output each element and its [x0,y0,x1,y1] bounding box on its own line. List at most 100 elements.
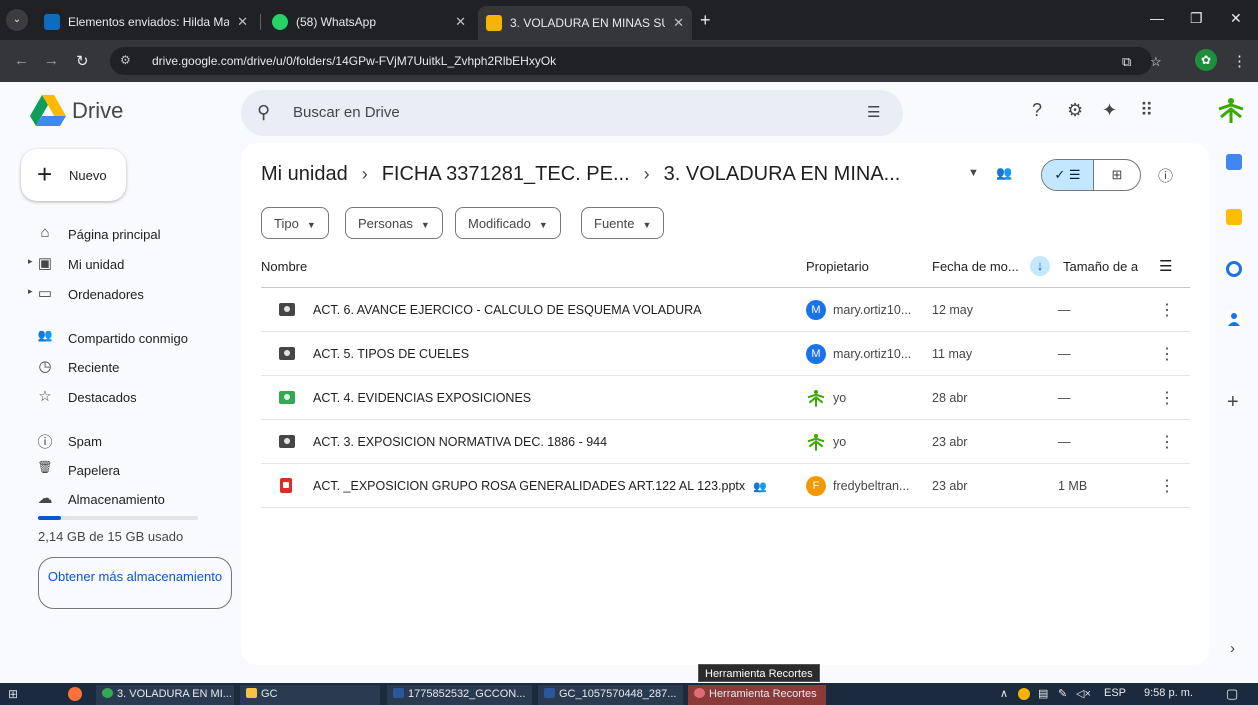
network-icon[interactable]: ▤ [1038,687,1048,700]
tasks-icon[interactable] [1226,261,1242,277]
sidebar-item-spam[interactable]: ⓘ Spam [0,426,240,456]
table-row[interactable]: ACT. 6. AVANCE EJERCICO - CALCULO DE ESQ… [261,288,1190,332]
manage-access-icon[interactable]: 👥 [996,165,1012,181]
file-name[interactable]: ACT. 3. EXPOSICION NORMATIVA DEC. 1886 -… [313,435,607,449]
app-name[interactable]: Drive [72,98,123,124]
tray-app-icon[interactable] [1018,688,1030,700]
search-bar[interactable]: ⚲ Buscar en Drive ☰ [241,90,903,136]
language-indicator[interactable]: ESP [1104,687,1126,699]
firefox-icon[interactable] [68,687,82,701]
filter-modified[interactable]: Modificado ▼ [455,207,561,239]
search-icon[interactable]: ⚲ [257,102,270,123]
search-input[interactable]: Buscar en Drive [293,104,400,121]
expand-arrow-icon[interactable]: ▸ [28,286,33,297]
file-name[interactable]: ACT. 6. AVANCE EJERCICO - CALCULO DE ESQ… [313,303,702,317]
url-text[interactable]: drive.google.com/drive/u/0/folders/14GPw… [152,54,556,68]
browser-tab-drive[interactable]: 3. VOLADURA EN MINAS SUBTE ✕ [478,6,692,40]
forward-icon[interactable]: → [44,52,59,69]
browser-tab-outlook[interactable]: Elementos enviados: Hilda Mary ✕ [36,6,256,38]
tab-search-button[interactable]: ⌄ [6,9,28,31]
bookmark-star-icon[interactable]: ☆ [1150,54,1162,70]
tray-overflow-icon[interactable]: ∧ [1000,687,1008,700]
sidebar-item-recent[interactable]: ◷ Reciente [0,352,240,382]
file-name[interactable]: ACT. 4. EVIDENCIAS EXPOSICIONES [313,391,531,405]
more-actions-icon[interactable]: ⋮ [1159,476,1175,496]
taskbar-item-word-2[interactable]: GC_1057570448_287... [538,685,683,705]
table-row[interactable]: ACT. 4. EVIDENCIAS EXPOSICIONES yo 28 abr —… [261,376,1190,420]
keep-icon[interactable] [1226,209,1242,225]
details-info-icon[interactable]: ⓘ [1158,165,1173,186]
file-name[interactable]: ACT. 5. TIPOS DE CUELES [313,347,469,361]
search-options-icon[interactable]: ☰ [867,103,880,121]
back-icon[interactable]: ← [14,52,29,69]
more-actions-icon[interactable]: ⋮ [1159,344,1175,364]
sort-direction-icon[interactable]: ↓ [1030,256,1050,276]
get-more-storage-button[interactable]: Obtener más almacenamiento [38,557,232,609]
google-drive-logo[interactable] [30,95,66,127]
show-side-panel-icon[interactable]: › [1230,640,1235,657]
settings-icon[interactable]: ⚙ [1067,100,1083,121]
close-window-icon[interactable]: ✕ [1230,10,1242,27]
apps-grid-icon[interactable]: ⠿ [1140,100,1153,121]
more-actions-icon[interactable]: ⋮ [1159,388,1175,408]
filter-people[interactable]: Personas ▼ [345,207,443,239]
breadcrumb-item[interactable]: Mi unidad [261,163,348,186]
address-bar[interactable]: ⚙ drive.google.com/drive/u/0/folders/14G… [110,47,1162,75]
close-tab-icon[interactable]: ✕ [673,15,684,31]
install-app-icon[interactable]: ⧉ [1122,54,1131,70]
taskbar-item-chrome[interactable]: 3. VOLADURA EN MI... [96,685,234,705]
expand-arrow-icon[interactable]: ▸ [28,256,33,267]
minimize-icon[interactable]: — [1150,10,1164,26]
browser-menu-icon[interactable]: ⋮ [1232,52,1247,70]
gemini-sparkle-icon[interactable]: ✦ [1102,100,1117,121]
reload-icon[interactable]: ↻ [76,52,89,70]
column-header-size[interactable]: Tamaño de a [1063,259,1138,274]
site-info-icon[interactable]: ⚙ [120,53,131,67]
column-header-name[interactable]: Nombre [261,259,307,274]
sidebar-item-home[interactable]: ⌂ Página principal [0,219,240,249]
sidebar-item-storage[interactable]: ☁ Almacenamiento [0,484,240,514]
table-row[interactable]: ACT. 3. EXPOSICION NORMATIVA DEC. 1886 -… [261,420,1190,464]
start-menu-icon[interactable]: ⊞ [8,687,18,701]
close-tab-icon[interactable]: ✕ [455,14,466,30]
filter-type[interactable]: Tipo ▼ [261,207,329,239]
volume-icon[interactable]: ◁× [1076,687,1091,700]
taskbar-item-explorer[interactable]: GC [240,685,380,705]
grid-view-button[interactable]: ⊞ [1094,160,1140,190]
pen-icon[interactable]: ✎ [1058,687,1067,700]
file-name[interactable]: ACT. _EXPOSICION GRUPO ROSA GENERALIDADE… [313,479,767,493]
sidebar-item-computers[interactable]: ▸ ▭ Ordenadores [0,279,240,309]
profile-avatar[interactable]: ✿ [1195,49,1217,71]
restore-icon[interactable]: ❐ [1190,10,1203,27]
more-actions-icon[interactable]: ⋮ [1159,300,1175,320]
folder-menu-caret-icon[interactable]: ▼ [968,167,979,179]
breadcrumb-current[interactable]: 3. VOLADURA EN MINA... [664,163,901,186]
help-icon[interactable]: ? [1032,100,1042,121]
get-add-ons-icon[interactable]: + [1227,391,1239,414]
view-toggle: ✓ ☰ ⊞ [1041,159,1141,191]
more-actions-icon[interactable]: ⋮ [1159,432,1175,452]
filter-source[interactable]: Fuente ▼ [581,207,665,239]
column-header-modified[interactable]: Fecha de mo... [932,259,1019,274]
calendar-icon[interactable] [1226,154,1242,170]
browser-tab-whatsapp[interactable]: (58) WhatsApp ✕ [264,6,474,38]
clock[interactable]: 9:58 p. m. [1144,687,1193,699]
list-view-button[interactable]: ✓ ☰ [1042,160,1094,190]
close-tab-icon[interactable]: ✕ [237,14,248,30]
sort-options-icon[interactable]: ☰ [1159,257,1172,275]
new-tab-button[interactable]: + [700,10,711,31]
notifications-icon[interactable]: ▢ [1226,686,1238,702]
table-row[interactable]: ACT. 5. TIPOS DE CUELES Mmary.ortiz10... 1… [261,332,1190,376]
contacts-icon[interactable] [1226,311,1242,327]
table-row[interactable]: ACT. _EXPOSICION GRUPO ROSA GENERALIDADE… [261,464,1190,508]
new-button[interactable]: + Nuevo [21,149,126,201]
sena-account-logo[interactable] [1216,95,1246,125]
sidebar-item-my-drive[interactable]: ▸ ▣ Mi unidad [0,249,240,279]
column-header-owner[interactable]: Propietario [806,259,869,274]
taskbar-item-snipping-tool[interactable]: Herramienta Recortes [688,685,826,705]
sidebar-item-starred[interactable]: ☆ Destacados [0,382,240,412]
taskbar-item-word-1[interactable]: 1775852532_GCCON... [387,685,532,705]
sidebar-item-trash[interactable]: 🗑 Papelera [0,455,240,485]
sidebar-item-shared[interactable]: 👥 Compartido conmigo [0,323,240,353]
breadcrumb-item[interactable]: FICHA 3371281_TEC. PE... [382,163,630,186]
